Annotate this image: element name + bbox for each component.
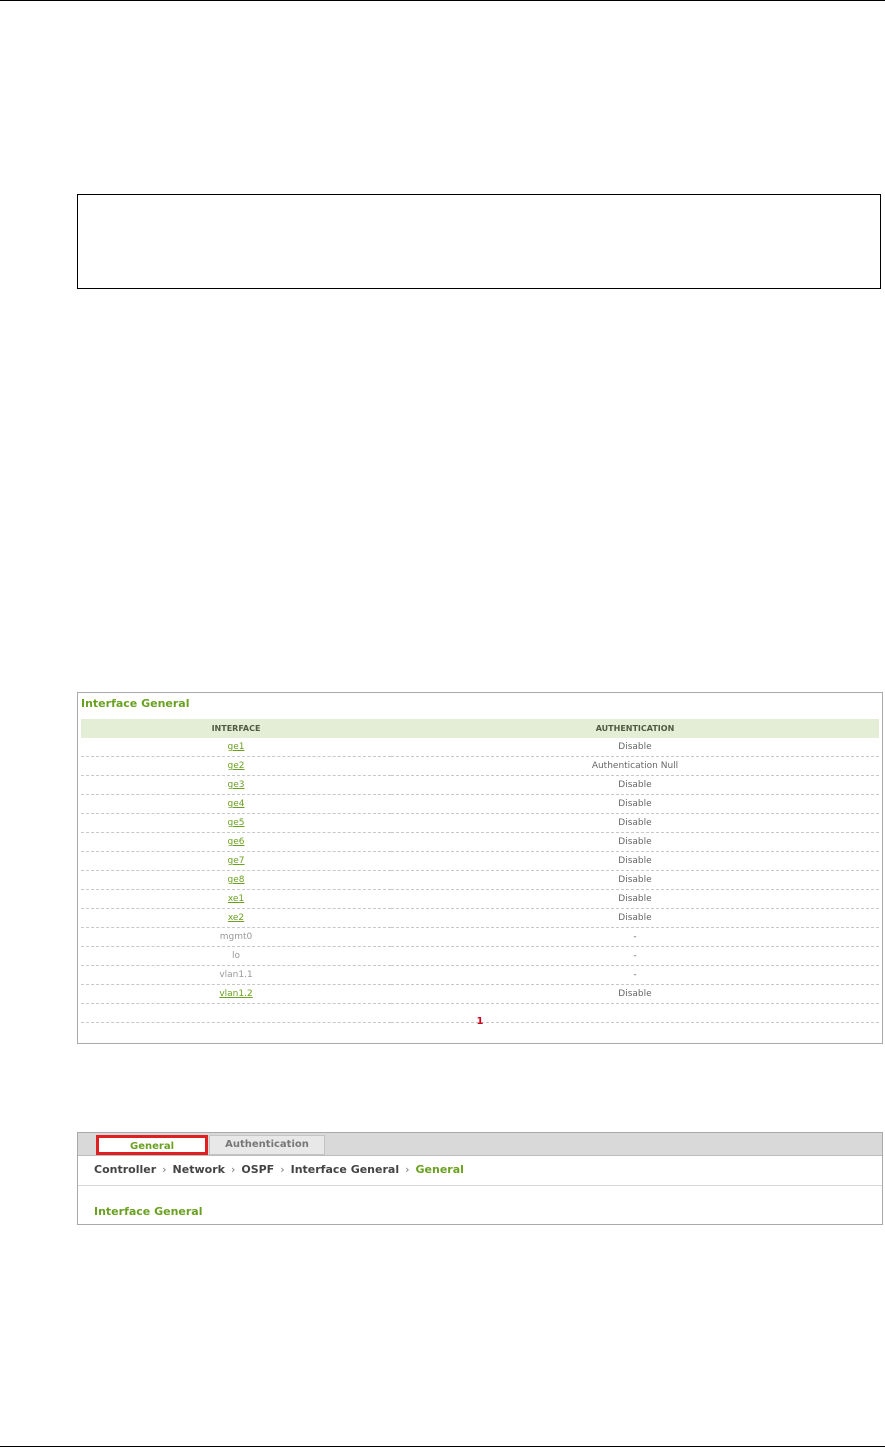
table-row: vlan1.2 Disable (81, 984, 879, 1004)
authentication-cell: Disable (391, 738, 879, 757)
breadcrumb-item-interface-general[interactable]: Interface General (291, 1163, 400, 1176)
table-row: ge3 Disable (81, 775, 879, 795)
table-row: ge6 Disable (81, 832, 879, 852)
interface-link[interactable]: ge7 (228, 856, 245, 866)
column-header-authentication: AUTHENTICATION (391, 719, 879, 738)
interface-cell: ge3 (81, 775, 391, 795)
interface-general-panel: Interface General INTERFACE AUTHENTICATI… (77, 692, 883, 1044)
breadcrumb: Controller › Network › OSPF › Interface Genera… (94, 1163, 464, 1176)
interface-link[interactable]: xe1 (228, 894, 244, 904)
interface-cell: ge7 (81, 851, 391, 871)
interface-link[interactable]: ge5 (228, 818, 245, 828)
table-row: ge7 Disable (81, 851, 879, 871)
table-row: lo - (81, 946, 879, 966)
breadcrumb-separator-icon: › (405, 1163, 410, 1176)
breadcrumb-current: General (415, 1163, 464, 1176)
authentication-cell: Disable (391, 908, 879, 928)
breadcrumb-separator-icon: › (162, 1163, 167, 1176)
authentication-cell: Disable (391, 889, 879, 909)
tab-general[interactable]: General (96, 1135, 208, 1155)
table-row: xe1 Disable (81, 889, 879, 909)
column-header-interface: INTERFACE (81, 719, 391, 738)
table-row: ge8 Disable (81, 870, 879, 890)
breadcrumb-separator-icon: › (280, 1163, 285, 1176)
table-row: ge2 Authentication Null (81, 756, 879, 776)
interface-cell: ge6 (81, 832, 391, 852)
interface-cell: vlan1.1 (81, 965, 391, 985)
table-row: vlan1.1 - (81, 965, 879, 985)
interface-cell: ge5 (81, 813, 391, 833)
table-row: xe2 Disable (81, 908, 879, 928)
authentication-cell: Disable (391, 794, 879, 814)
section-title: Interface General (94, 1205, 203, 1218)
authentication-cell: Authentication Null (391, 756, 879, 776)
interface-link[interactable]: xe2 (228, 913, 244, 923)
table-header-row: INTERFACE AUTHENTICATION (81, 719, 879, 738)
interface-link[interactable]: vlan1.2 (219, 989, 252, 999)
authentication-cell: Disable (391, 775, 879, 795)
breadcrumb-item-ospf[interactable]: OSPF (241, 1163, 274, 1176)
interface-cell: ge2 (81, 756, 391, 776)
interface-link[interactable]: ge6 (228, 837, 245, 847)
interface-detail-panel: General Authentication Controller › Networ… (77, 1132, 883, 1225)
interface-link[interactable]: ge1 (228, 742, 245, 752)
table-row: ge4 Disable (81, 794, 879, 814)
table-row: ge1 Disable (81, 738, 879, 757)
page-bottom-rule (0, 1446, 885, 1447)
interface-cell: lo (81, 946, 391, 966)
interface-link[interactable]: ge8 (228, 875, 245, 885)
authentication-cell: Disable (391, 870, 879, 890)
note-box (77, 194, 881, 289)
authentication-cell: Disable (391, 984, 879, 1004)
authentication-cell: - (391, 946, 879, 966)
interface-table: INTERFACE AUTHENTICATION ge1 Disable ge2 Au… (81, 719, 879, 1023)
panel-title: Interface General (81, 697, 190, 710)
interface-link[interactable]: ge2 (228, 761, 245, 771)
authentication-cell: - (391, 965, 879, 985)
table-row: mgmt0 - (81, 927, 879, 947)
interface-name: vlan1.1 (219, 970, 253, 980)
page-top-rule (0, 0, 885, 1)
authentication-cell: Disable (391, 832, 879, 852)
interface-link[interactable]: ge4 (228, 799, 245, 809)
interface-link[interactable]: ge3 (228, 780, 245, 790)
interface-table-body: ge1 Disable ge2 Authentication Null ge3 Disab… (81, 738, 879, 1023)
interface-cell: ge8 (81, 870, 391, 890)
breadcrumb-item-network[interactable]: Network (173, 1163, 225, 1176)
authentication-cell: Disable (391, 813, 879, 833)
tab-authentication[interactable]: Authentication (209, 1135, 325, 1155)
tab-strip: General Authentication (78, 1133, 882, 1156)
interface-name: lo (231, 951, 240, 961)
interface-name: mgmt0 (219, 932, 253, 942)
breadcrumb-item-controller[interactable]: Controller (94, 1163, 156, 1176)
interface-cell: ge4 (81, 794, 391, 814)
authentication-cell: - (391, 927, 879, 947)
authentication-cell: Disable (391, 851, 879, 871)
page-number[interactable]: 1 (78, 1016, 882, 1027)
interface-cell: vlan1.2 (81, 984, 391, 1004)
interface-cell: xe1 (81, 889, 391, 909)
interface-cell: xe2 (81, 908, 391, 928)
table-row: ge5 Disable (81, 813, 879, 833)
divider (78, 1185, 882, 1186)
breadcrumb-separator-icon: › (230, 1163, 236, 1176)
interface-cell: ge1 (81, 738, 391, 757)
interface-cell: mgmt0 (81, 927, 391, 947)
